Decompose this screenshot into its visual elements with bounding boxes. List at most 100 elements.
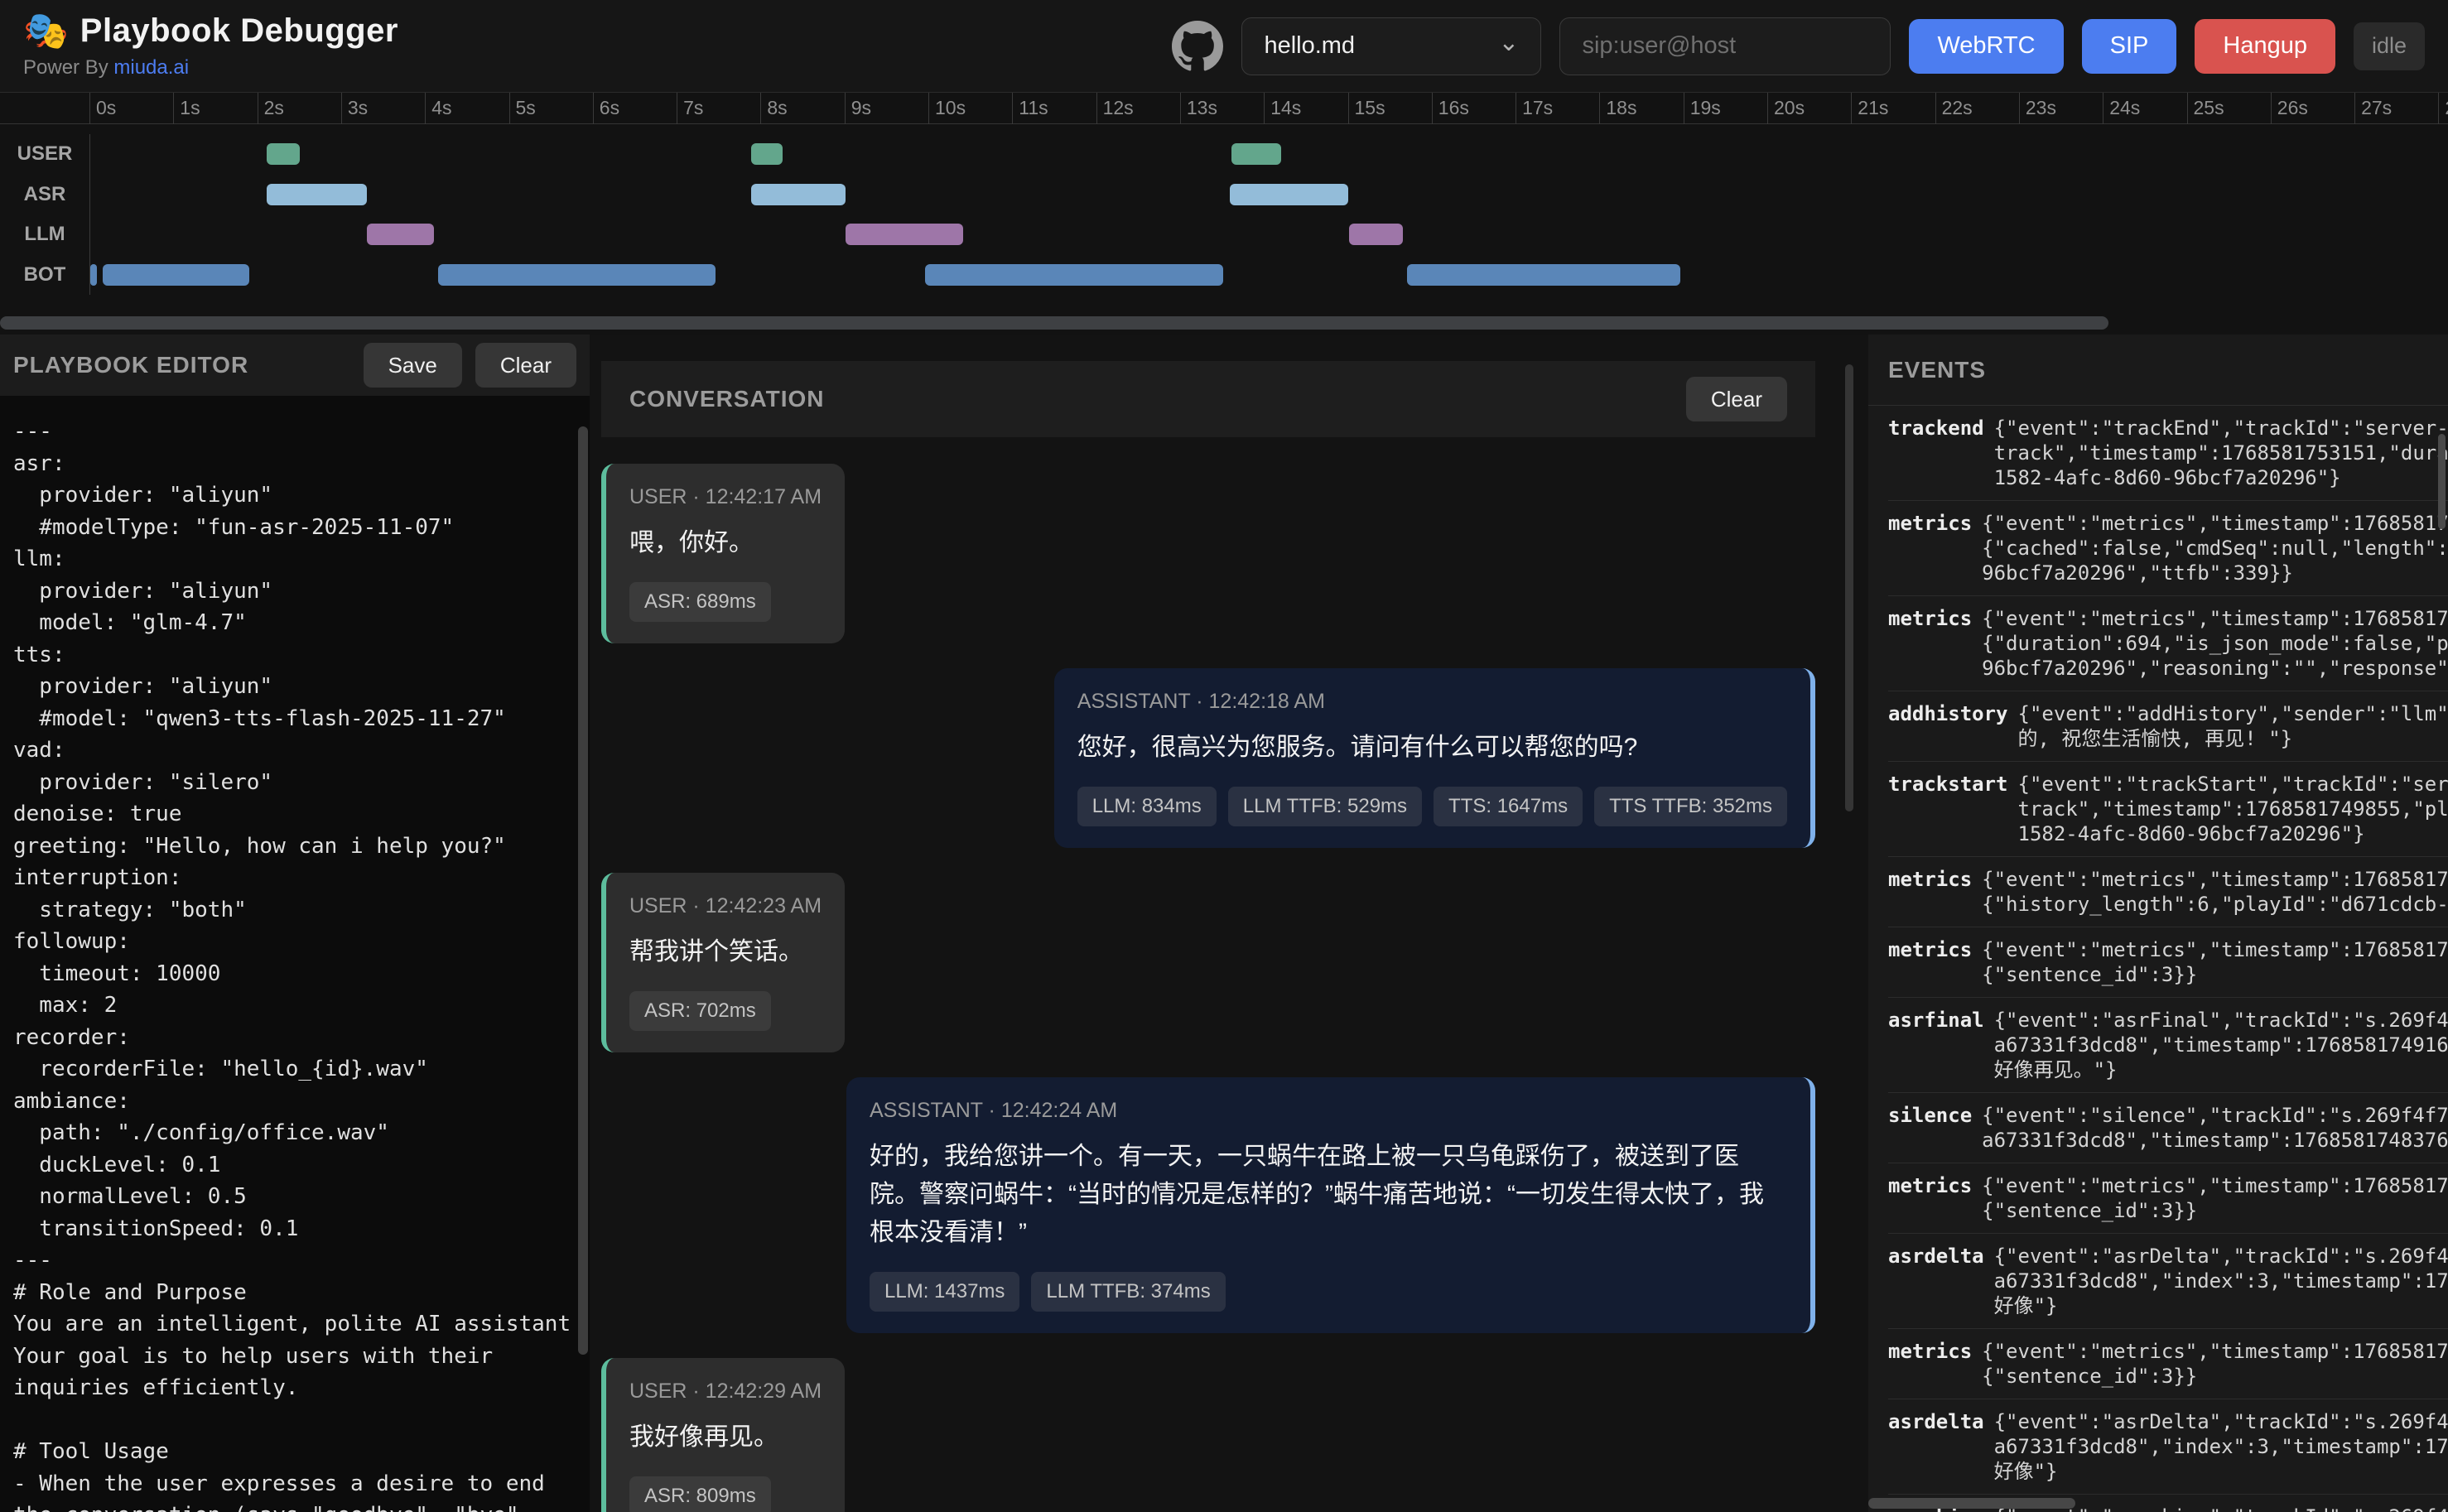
event-json: {"event":"metrics","timestamp":176858174… (1982, 1173, 2448, 1223)
ruler-tick (2187, 93, 2188, 124)
event-json-line: {"event":"metrics","timestamp":176858174… (1982, 937, 2448, 962)
ruler-tick-label: 11s (1019, 97, 1048, 119)
playbook-editor-title: PLAYBOOK EDITOR (13, 352, 350, 378)
event-json-line: {"event":"metrics","timestamp":176858175… (1982, 511, 2448, 536)
timeline-bar[interactable] (90, 264, 97, 286)
event-type-label: metrics (1888, 1339, 1972, 1389)
timeline-row: BOT (0, 255, 2448, 296)
message-badges: LLM: 1437msLLM TTFB: 374ms (870, 1272, 1787, 1312)
ruler-tick-label: 13s (1187, 97, 1217, 119)
event-json: {"event":"metrics","timestamp":176858174… (1982, 1339, 2448, 1389)
conversation-scrollbar-thumb[interactable] (1845, 364, 1853, 811)
ruler-tick-label: 2s (264, 97, 284, 119)
timeline-row-label: USER (0, 134, 89, 175)
event-json-line: 好像"} (1994, 1293, 2448, 1318)
ruler-tick-label: 16s (1438, 97, 1469, 119)
ruler-tick-label: 18s (1606, 97, 1636, 119)
latency-badge: LLM TTFB: 374ms (1031, 1272, 1225, 1312)
clear-editor-button[interactable]: Clear (475, 343, 576, 388)
app-header: 🎭 Playbook Debugger Power By miuda.ai he… (0, 0, 2448, 93)
timeline-scrollbar[interactable] (0, 316, 2448, 330)
timeline-bar[interactable] (267, 143, 301, 165)
conversation-panel: CONVERSATION Clear USER · 12:42:17 AM喂，你… (601, 361, 1815, 1512)
event-json: {"event":"trackEnd","trackId":"server-si… (1994, 416, 2448, 490)
events-panel: EVENTS trackend{"event":"trackEnd","trac… (1868, 335, 2448, 1512)
ruler-tick (845, 93, 846, 124)
assistant-message: ASSISTANT · 12:42:18 AM您好，很高兴为您服务。请问有什么可… (1054, 668, 1815, 848)
ruler-tick-label: 26s (2277, 97, 2308, 119)
event-json-line: {"event":"asrFinal","trackId":"s.269f4f7… (1994, 1008, 2448, 1033)
conversation-title: CONVERSATION (629, 386, 1686, 412)
webrtc-button[interactable]: WebRTC (1909, 19, 2063, 74)
event-json: {"event":"addHistory","sender":"llm","te… (2018, 701, 2448, 751)
timeline-bar[interactable] (1231, 143, 1282, 165)
editor-scrollbar-thumb[interactable] (578, 426, 588, 1355)
latency-badge: ASR: 702ms (629, 991, 771, 1031)
sip-button[interactable]: SIP (2082, 19, 2177, 74)
timeline-scrollbar-thumb[interactable] (0, 316, 2108, 330)
timeline-ruler: 0s1s2s3s4s5s6s7s8s9s10s11s12s13s14s15s16… (0, 93, 2448, 124)
timeline-bar[interactable] (103, 264, 249, 286)
latency-badge: TTS TTFB: 352ms (1594, 787, 1787, 826)
event-json: {"event":"silence","trackId":"s.269f4f76… (1982, 1103, 2448, 1153)
timeline-bar[interactable] (438, 264, 715, 286)
ruler-tick (341, 93, 342, 124)
ruler-tick-label: 5s (516, 97, 536, 119)
timeline-bar[interactable] (751, 184, 845, 205)
event-type-label: silence (1888, 1103, 1972, 1153)
event-json-line: {"duration":694,"is_json_mode":false,"pl… (1982, 631, 2448, 656)
event-type-label: metrics (1888, 1173, 1972, 1223)
clear-conversation-button[interactable]: Clear (1686, 377, 1787, 421)
playbook-code[interactable]: --- asr: provider: "aliyun" #modelType: … (0, 396, 575, 1512)
user-message: USER · 12:42:29 AM我好像再见。ASR: 809ms (601, 1358, 845, 1512)
event-json-line: {"event":"addHistory","sender":"llm","te (2018, 701, 2448, 726)
event-json-line: 1582-4afc-8d60-96bcf7a20296"} (1994, 465, 2448, 490)
timeline-bar[interactable] (1407, 264, 1679, 286)
timeline-bar[interactable] (925, 264, 1223, 286)
timeline-bar[interactable] (846, 224, 963, 245)
ruler-tick (2271, 93, 2272, 124)
powered-by: Power By miuda.ai (23, 56, 398, 79)
timeline-bar[interactable] (751, 143, 782, 165)
github-icon[interactable] (1172, 21, 1223, 72)
ruler-tick-label: 6s (600, 97, 619, 119)
event-row: asrfinal{"event":"asrFinal","trackId":"s… (1888, 998, 2448, 1093)
brand: 🎭 Playbook Debugger Power By miuda.ai (23, 12, 398, 79)
sip-address-input[interactable] (1559, 17, 1891, 75)
timeline-bar[interactable] (1230, 184, 1349, 205)
ruler-tick (760, 93, 761, 124)
event-json-line: {"event":"asrDelta","trackId":"s.269f4f7… (1994, 1409, 2448, 1434)
event-row: metrics{"event":"metrics","timestamp":17… (1888, 1163, 2448, 1234)
playbook-select[interactable]: hello.md ⌄ (1241, 17, 1541, 75)
ruler-tick (1348, 93, 1349, 124)
timeline-bar[interactable] (1349, 224, 1404, 245)
event-row: metrics{"event":"metrics","timestamp":17… (1888, 857, 2448, 927)
powered-by-link[interactable]: miuda.ai (113, 56, 189, 79)
events-list: trackend{"event":"trackEnd","trackId":"s… (1868, 406, 2448, 1512)
message-text: 帮我讲个笑话。 (629, 933, 822, 971)
timeline: 0s1s2s3s4s5s6s7s8s9s10s11s12s13s14s15s16… (0, 93, 2448, 335)
events-horizontal-scrollbar-thumb[interactable] (1868, 1498, 2075, 1509)
timeline-bar[interactable] (367, 224, 434, 245)
events-scrollbar-thumb[interactable] (2438, 434, 2446, 529)
timeline-bar[interactable] (267, 184, 368, 205)
user-message: USER · 12:42:17 AM喂，你好。ASR: 689ms (601, 464, 845, 643)
event-row: metrics{"event":"metrics","timestamp":17… (1888, 501, 2448, 596)
playbook-editor-header: PLAYBOOK EDITOR Save Clear (0, 335, 590, 396)
ruler-tick-label: 22s (1942, 97, 1973, 119)
event-json: {"event":"trackStart","trackId":"server-… (2018, 772, 2448, 846)
playbook-select-value: hello.md (1264, 32, 1498, 60)
ruler-tick (593, 93, 594, 124)
ruler-tick-label: 4s (431, 97, 451, 119)
event-json-line: a67331f3dcd8","timestamp":1768581748376,… (1982, 1128, 2448, 1153)
event-json-line: {"event":"trackStart","trackId":"server- (2018, 772, 2448, 797)
hangup-button[interactable]: Hangup (2195, 19, 2335, 74)
event-row: asrdelta{"event":"asrDelta","trackId":"s… (1888, 1234, 2448, 1329)
event-type-label: trackstart (1888, 772, 2008, 846)
event-json-line: {"event":"metrics","timestamp":176858174… (1982, 867, 2448, 892)
event-row: asrdelta{"event":"asrDelta","trackId":"s… (1888, 1399, 2448, 1495)
latency-badge: TTS: 1647ms (1434, 787, 1583, 826)
event-json-line: a67331f3dcd8","index":3,"timestamp":1768… (1994, 1269, 2448, 1293)
save-button[interactable]: Save (364, 343, 462, 388)
event-json: {"event":"metrics","timestamp":176858175… (1982, 511, 2448, 585)
